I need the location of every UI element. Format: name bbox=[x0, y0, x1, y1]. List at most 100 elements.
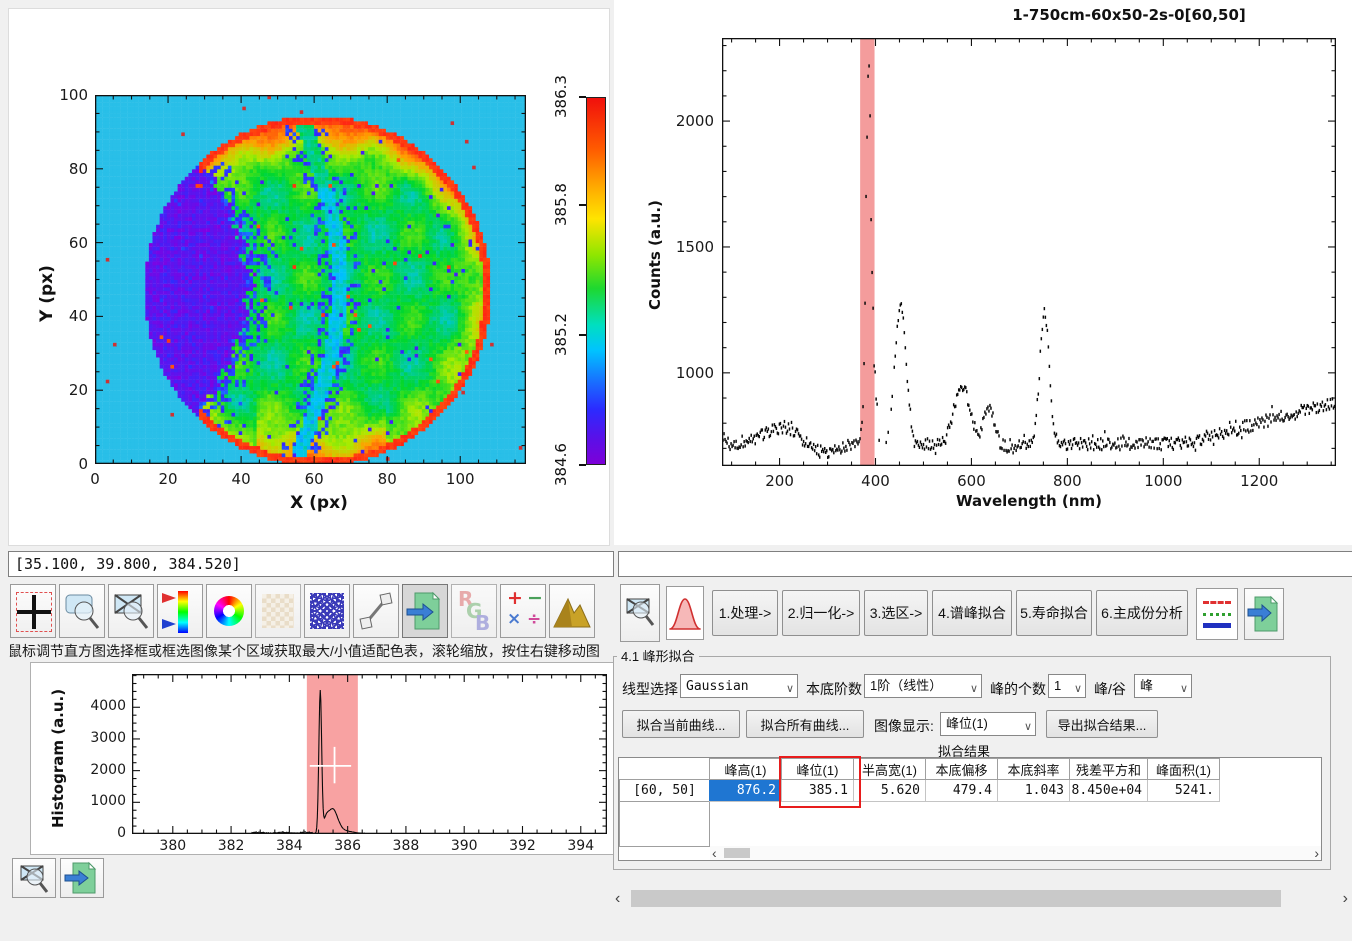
peak-fit-icon bbox=[667, 587, 703, 639]
tick-label: 100 bbox=[436, 470, 484, 488]
tick-label: 386 bbox=[324, 838, 372, 854]
colorbar-tick-label: 384.6 bbox=[552, 435, 570, 495]
scroll-left-icon[interactable]: ‹ bbox=[712, 843, 717, 863]
spectrum-plot[interactable] bbox=[722, 38, 1336, 466]
spectrum-export-button[interactable] bbox=[1244, 588, 1284, 640]
surface-3d-button[interactable] bbox=[549, 584, 595, 638]
color-scale-button[interactable] bbox=[157, 584, 203, 638]
scroll-left-icon[interactable]: ‹ bbox=[615, 889, 620, 909]
tick-label: 0 bbox=[66, 825, 126, 841]
zoom-box-button[interactable] bbox=[59, 584, 105, 638]
histogram-plot[interactable] bbox=[132, 674, 607, 834]
peak-valley-label: 峰/谷 bbox=[1094, 679, 1126, 699]
histogram-export-button[interactable] bbox=[60, 858, 104, 898]
tick-label: 1000 bbox=[1139, 472, 1187, 490]
colorbar-tick bbox=[579, 96, 586, 98]
export-image-button[interactable] bbox=[402, 584, 448, 638]
app-window: Y (px) X (px) 1-750cm-60x50-2s-0[60,50] … bbox=[0, 0, 1352, 941]
export-icon bbox=[61, 859, 103, 897]
color-wheel-button[interactable] bbox=[206, 584, 252, 638]
heatmap-plot[interactable] bbox=[95, 95, 526, 464]
tick-label: 100 bbox=[28, 86, 88, 104]
colorbar-tick-label: 386.3 bbox=[552, 67, 570, 127]
texture-button[interactable] bbox=[255, 584, 301, 638]
tab-pca[interactable]: 6.主成份分析 bbox=[1096, 590, 1188, 636]
math-operations-button[interactable]: + − × ÷ bbox=[500, 584, 546, 638]
chevron-down-icon: ∨ bbox=[970, 678, 978, 698]
tab-lifetime-fitting[interactable]: 5.寿命拟合 bbox=[1016, 590, 1092, 636]
curve-styles-button[interactable] bbox=[1196, 588, 1238, 640]
main-hscrollbar-thumb[interactable] bbox=[631, 890, 1281, 907]
table-cell-baseline-offset[interactable]: 479.4 bbox=[926, 780, 998, 802]
tick-label: 600 bbox=[947, 472, 995, 490]
tab-peak-fitting[interactable]: 4.谱峰拟合 bbox=[932, 590, 1012, 636]
chevron-down-icon: ∨ bbox=[1074, 678, 1082, 698]
scroll-right-icon[interactable]: › bbox=[1343, 889, 1348, 909]
table-cell-peak-position[interactable]: 385.1 bbox=[782, 780, 854, 802]
color-wheel-icon bbox=[214, 596, 244, 626]
display-mode-label: 图像显示: bbox=[874, 716, 934, 736]
measure-button[interactable] bbox=[353, 584, 399, 638]
display-mode-select[interactable]: 峰位(1)∨ bbox=[940, 712, 1036, 736]
tab-process[interactable]: 1.处理-> bbox=[712, 590, 778, 636]
zoom-box-icon bbox=[60, 585, 104, 637]
peak-fit-tool-button[interactable] bbox=[666, 586, 704, 640]
tick-label: 80 bbox=[363, 470, 411, 488]
tick-label: 392 bbox=[498, 838, 546, 854]
histogram-zoom-reset-button[interactable] bbox=[12, 858, 56, 898]
spectrum-zoom-reset-button[interactable] bbox=[620, 584, 660, 642]
zoom-reset-icon bbox=[109, 585, 153, 637]
measure-icon bbox=[354, 585, 398, 637]
tick-label: 1200 bbox=[1235, 472, 1283, 490]
table-hscrollbar[interactable]: ‹ › bbox=[710, 846, 1321, 860]
tick-label: 390 bbox=[440, 838, 488, 854]
table-cell-baseline-slope[interactable]: 1.043 bbox=[998, 780, 1070, 802]
chevron-down-icon: ∨ bbox=[786, 678, 794, 698]
tick-label: 40 bbox=[28, 307, 88, 325]
cursor-position-statusbar[interactable]: [35.100, 39.800, 384.520] bbox=[8, 551, 614, 577]
peak-valley-select[interactable]: 峰∨ bbox=[1134, 674, 1192, 698]
zoom-reset-button[interactable] bbox=[108, 584, 154, 638]
peak-count-select[interactable]: 1∨ bbox=[1048, 674, 1086, 698]
tick-label: 388 bbox=[382, 838, 430, 854]
colorbar[interactable] bbox=[586, 97, 606, 465]
table-hscrollbar-thumb[interactable] bbox=[724, 848, 750, 858]
line-type-select[interactable]: Gaussian∨ bbox=[680, 674, 798, 698]
tick-label: 200 bbox=[756, 472, 804, 490]
tick-label: 1500 bbox=[654, 238, 714, 256]
table-cell-residual[interactable]: 8.450e+04 bbox=[1070, 780, 1148, 802]
tick-label: 400 bbox=[852, 472, 900, 490]
tick-label: 3000 bbox=[66, 730, 126, 746]
export-fit-results-button[interactable]: 导出拟合结果... bbox=[1046, 710, 1158, 738]
table-cell-peak-area[interactable]: 5241. bbox=[1148, 780, 1220, 802]
table-row-header[interactable]: [60, 50] bbox=[619, 779, 710, 802]
wave-pattern-button[interactable] bbox=[304, 584, 350, 638]
table-cell-fwhm[interactable]: 5.620 bbox=[854, 780, 926, 802]
tick-label: 394 bbox=[557, 838, 605, 854]
tick-label: 382 bbox=[207, 838, 255, 854]
right-statusbar[interactable] bbox=[618, 551, 1352, 577]
tick-label: 20 bbox=[28, 381, 88, 399]
table-cell-peak-height[interactable]: 876.2 bbox=[709, 780, 782, 802]
crosshair-button[interactable] bbox=[10, 584, 56, 638]
tick-label: 2000 bbox=[654, 112, 714, 130]
toolbar-hint-text: 鼠标调节直方图选择框或框选图像某个区域获取最大/小值适配色表，滚轮缩放，按住右键… bbox=[8, 641, 600, 661]
wave-pattern-icon bbox=[310, 593, 344, 629]
column-header: 本底斜率 bbox=[997, 758, 1070, 780]
tick-label: 800 bbox=[1043, 472, 1091, 490]
tick-label: 40 bbox=[217, 470, 265, 488]
scroll-right-icon[interactable]: › bbox=[1314, 843, 1319, 863]
baseline-order-label: 本底阶数 bbox=[806, 679, 862, 699]
rgb-channels-button[interactable]: R G B bbox=[451, 584, 497, 638]
tab-region-select[interactable]: 3.选区-> bbox=[864, 590, 928, 636]
baseline-order-select[interactable]: 1阶（线性）∨ bbox=[864, 674, 982, 698]
tab-normalize[interactable]: 2.归一化-> bbox=[782, 590, 860, 636]
peak-count-label: 峰的个数 bbox=[990, 679, 1046, 699]
zoom-reset-icon bbox=[13, 859, 55, 897]
main-hscrollbar[interactable]: ‹ › bbox=[615, 888, 1348, 910]
fit-all-curves-button[interactable]: 拟合所有曲线... bbox=[746, 710, 864, 738]
colorbar-tick-label: 385.2 bbox=[552, 305, 570, 365]
fit-current-curve-button[interactable]: 拟合当前曲线... bbox=[622, 710, 740, 738]
export-icon bbox=[1245, 589, 1283, 639]
tick-label: 1000 bbox=[654, 364, 714, 382]
